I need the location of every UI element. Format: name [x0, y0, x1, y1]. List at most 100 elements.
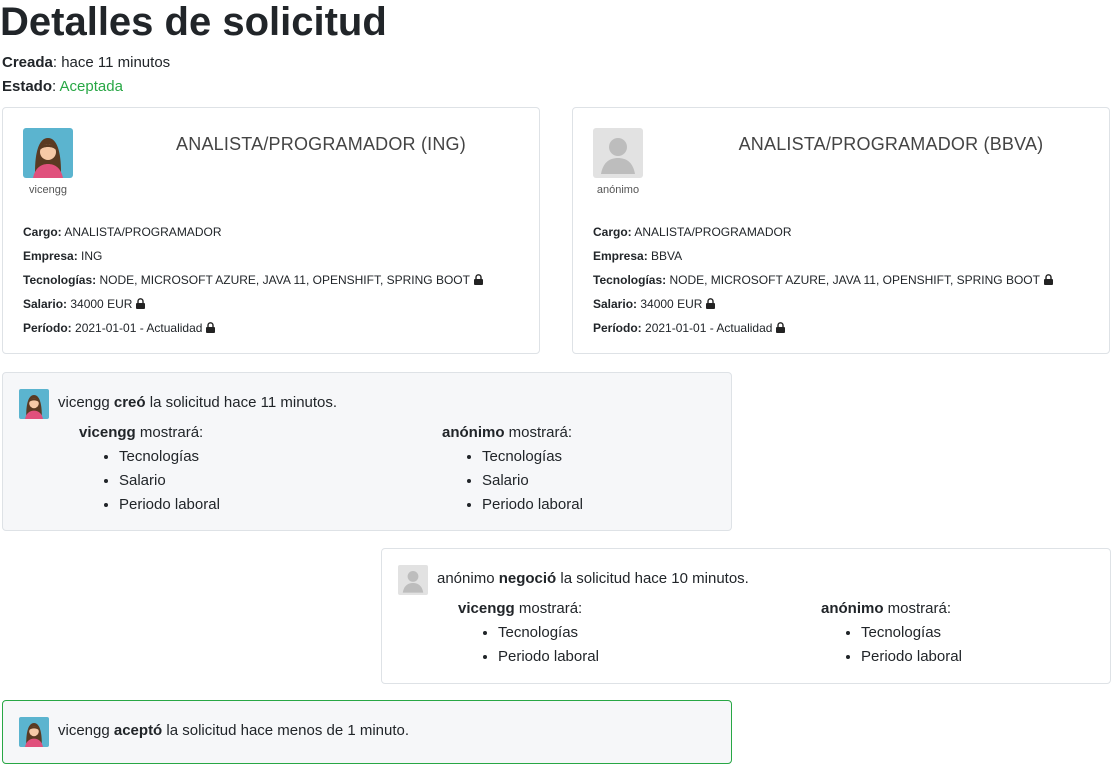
field-value: ANALISTA/PROGRAMADOR: [64, 225, 222, 239]
list-item: Periodo laboral: [119, 493, 220, 517]
field-cargo: Cargo: ANALISTA/PROGRAMADOR: [23, 220, 483, 244]
show-label: mostrará:: [508, 424, 573, 441]
list-item: Tecnologías: [482, 445, 583, 469]
field-value: BBVA: [651, 249, 683, 263]
field-value: 34000 EUR: [70, 297, 133, 311]
event-action: creó: [113, 394, 146, 411]
event-action: negoció: [498, 570, 557, 587]
show-list-b: anónimo mostrará: Tecnologías Periodo la…: [821, 597, 962, 669]
list-item: Tecnologías: [861, 621, 962, 645]
field-value: ING: [81, 249, 103, 263]
field-empresa: Empresa: BBVA: [593, 244, 1053, 268]
lock-icon: [706, 298, 716, 309]
event-suffix: la solicitud hace menos de 1 minuto.: [166, 722, 410, 739]
show-user: vicengg: [79, 424, 136, 441]
lock-icon: [206, 322, 216, 333]
field-value: 2021-01-01 - Actualidad: [645, 321, 773, 335]
created-value: hace 11 minutos: [61, 54, 171, 71]
card-title: ANALISTA/PROGRAMADOR (BBVA): [738, 134, 1044, 154]
female-user-avatar-icon[interactable]: [23, 128, 73, 178]
field-label: Tecnologías:: [23, 273, 97, 287]
show-label: mostrará:: [518, 600, 583, 617]
event-text: anónimo negoció la solicitud hace 10 min…: [437, 569, 749, 589]
show-list-a: vicengg mostrará: Tecnologías Periodo la…: [458, 597, 599, 669]
list-item: Salario: [482, 469, 583, 493]
lock-icon: [136, 298, 146, 309]
field-label: Período:: [593, 321, 642, 335]
field-value: NODE, MICROSOFT AZURE, JAVA 11, OPENSHIF…: [99, 273, 470, 287]
show-user: anónimo: [821, 600, 884, 617]
status-meta: Estado: Aceptada: [2, 78, 123, 95]
list-item: Tecnologías: [498, 621, 599, 645]
event-suffix: la solicitud hace 10 minutos.: [560, 570, 749, 587]
field-cargo: Cargo: ANALISTA/PROGRAMADOR: [593, 220, 1053, 244]
field-label: Período:: [23, 321, 72, 335]
event-user: anónimo: [437, 570, 495, 587]
created-label: Creada: [2, 54, 53, 71]
lock-icon: [776, 322, 786, 333]
show-label: mostrará:: [139, 424, 204, 441]
field-value: 34000 EUR: [640, 297, 703, 311]
field-label: Empresa:: [23, 249, 78, 263]
field-value: 2021-01-01 - Actualidad: [75, 321, 203, 335]
status-value: Aceptada: [59, 78, 123, 95]
show-label: mostrará:: [887, 600, 952, 617]
created-meta: Creada: hace 11 minutos: [2, 54, 171, 71]
field-periodo: Período: 2021-01-01 - Actualidad: [23, 316, 483, 340]
field-value: NODE, MICROSOFT AZURE, JAVA 11, OPENSHIF…: [669, 273, 1040, 287]
field-empresa: Empresa: ING: [23, 244, 483, 268]
field-salario: Salario: 34000 EUR: [593, 292, 1053, 316]
show-header: anónimo mostrará:: [821, 597, 962, 621]
female-user-avatar-icon: [19, 717, 49, 747]
field-periodo: Período: 2021-01-01 - Actualidad: [593, 316, 1053, 340]
show-items: Tecnologías Periodo laboral: [821, 621, 962, 669]
card-username[interactable]: vicengg: [13, 184, 83, 196]
lock-icon: [1043, 274, 1053, 285]
show-items: Tecnologías Periodo laboral: [458, 621, 599, 669]
list-item: Tecnologías: [119, 445, 220, 469]
card-title: ANALISTA/PROGRAMADOR (ING): [176, 134, 466, 154]
event-action: aceptó: [113, 722, 163, 739]
page-title: Detalles de solicitud: [0, 0, 387, 44]
list-item: Periodo laboral: [498, 645, 599, 669]
field-label: Salario:: [23, 297, 68, 311]
anonymous-user-avatar-icon: [398, 565, 428, 595]
field-tecnologias: Tecnologías: NODE, MICROSOFT AZURE, JAVA…: [593, 268, 1053, 292]
lock-icon: [473, 274, 483, 285]
field-tecnologias: Tecnologías: NODE, MICROSOFT AZURE, JAVA…: [23, 268, 483, 292]
show-items: Tecnologías Salario Periodo laboral: [442, 445, 583, 517]
field-label: Cargo:: [593, 225, 632, 239]
card-details: Cargo: ANALISTA/PROGRAMADOR Empresa: BBV…: [593, 220, 1053, 340]
event-text: vicengg creó la solicitud hace 11 minuto…: [58, 393, 337, 413]
show-header: vicengg mostrará:: [458, 597, 599, 621]
female-user-avatar-icon: [19, 389, 49, 419]
field-label: Cargo:: [23, 225, 62, 239]
show-header: anónimo mostrará:: [442, 421, 583, 445]
history-event-accepted: vicengg aceptó la solicitud hace menos d…: [2, 700, 732, 764]
list-item: Periodo laboral: [482, 493, 583, 517]
position-card-bbva: anónimo ANALISTA/PROGRAMADOR (BBVA) Carg…: [572, 107, 1110, 354]
field-label: Empresa:: [593, 249, 648, 263]
history-event-negotiated: anónimo negoció la solicitud hace 10 min…: [381, 548, 1111, 684]
field-value: ANALISTA/PROGRAMADOR: [634, 225, 792, 239]
position-card-ing: vicengg ANALISTA/PROGRAMADOR (ING) Cargo…: [2, 107, 540, 354]
event-suffix: la solicitud hace 11 minutos.: [149, 394, 338, 411]
field-salario: Salario: 34000 EUR: [23, 292, 483, 316]
show-items: Tecnologías Salario Periodo laboral: [79, 445, 220, 517]
history-event-created: vicengg creó la solicitud hace 11 minuto…: [2, 372, 732, 531]
card-username[interactable]: anónimo: [583, 184, 653, 196]
event-user: vicengg: [58, 394, 110, 411]
event-text: vicengg aceptó la solicitud hace menos d…: [58, 721, 409, 741]
card-details: Cargo: ANALISTA/PROGRAMADOR Empresa: ING…: [23, 220, 483, 340]
show-user: anónimo: [442, 424, 505, 441]
list-item: Salario: [119, 469, 220, 493]
status-label: Estado: [2, 78, 53, 95]
event-user: vicengg: [58, 722, 110, 739]
field-label: Tecnologías:: [593, 273, 667, 287]
list-item: Periodo laboral: [861, 645, 962, 669]
show-header: vicengg mostrará:: [79, 421, 220, 445]
anonymous-user-avatar-icon[interactable]: [593, 128, 643, 178]
field-label: Salario:: [593, 297, 638, 311]
show-user: vicengg: [458, 600, 515, 617]
show-list-b: anónimo mostrará: Tecnologías Salario Pe…: [442, 421, 583, 517]
